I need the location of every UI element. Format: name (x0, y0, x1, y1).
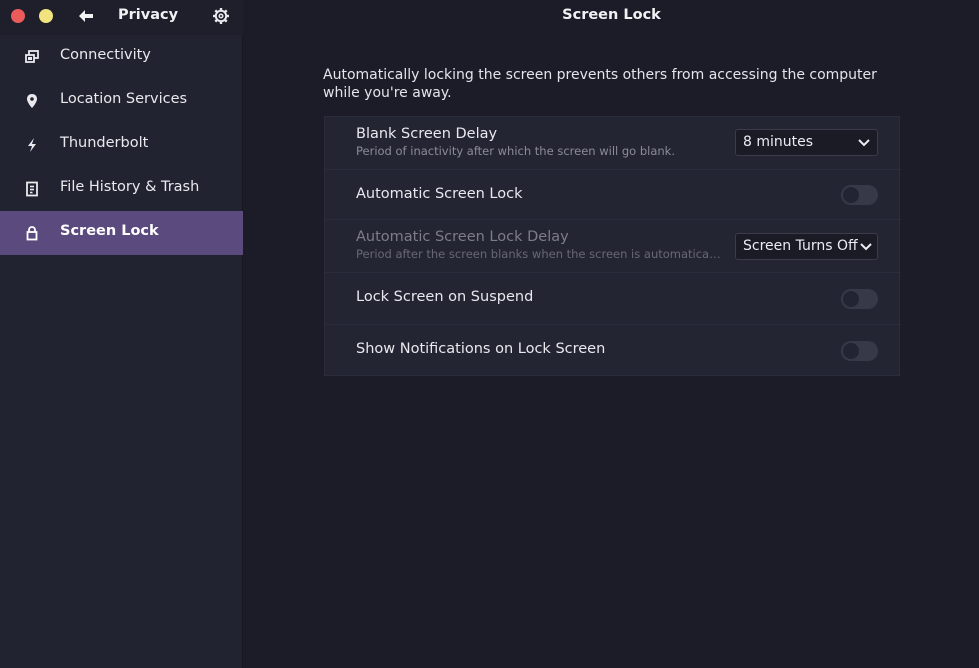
dropdown-value: 8 minutes (743, 134, 814, 150)
automatic-screen-lock-toggle[interactable] (841, 185, 878, 205)
sidebar-item-file-history-trash[interactable]: File History & Trash (0, 167, 243, 211)
sidebar-item-label: Connectivity (60, 47, 151, 63)
sidebar-item-label: Screen Lock (60, 223, 159, 239)
back-arrow-icon[interactable] (76, 6, 96, 26)
sidebar-item-label: File History & Trash (60, 179, 200, 195)
toggle-knob (843, 343, 859, 359)
setting-title: Show Notifications on Lock Screen (356, 341, 606, 357)
setting-row-blank-screen-delay: Blank Screen Delay Period of inactivity … (325, 117, 901, 170)
sidebar-item-connectivity[interactable]: Connectivity (0, 35, 243, 79)
setting-row-lock-screen-on-suspend: Lock Screen on Suspend (325, 273, 901, 325)
sidebar-header: Privacy (0, 0, 243, 35)
setting-title: Blank Screen Delay (356, 126, 498, 142)
sidebar-title: Privacy (118, 7, 179, 23)
setting-title: Lock Screen on Suspend (356, 289, 534, 305)
sidebar-item-label: Location Services (60, 91, 188, 107)
settings-panel: Blank Screen Delay Period of inactivity … (324, 116, 901, 376)
setting-subtitle: Period after the screen blanks when the … (356, 247, 721, 261)
location-pin-icon (27, 94, 37, 108)
minimize-window-button[interactable] (39, 9, 53, 23)
dropdown-value: Screen Turns Off (743, 238, 858, 254)
setting-row-automatic-screen-lock-delay: Automatic Screen Lock Delay Period after… (325, 220, 901, 273)
setting-row-automatic-screen-lock: Automatic Screen Lock (325, 170, 901, 220)
main-header: Screen Lock (244, 0, 979, 35)
lightning-icon (28, 138, 36, 152)
chevron-down-icon (858, 139, 870, 147)
close-window-button[interactable] (11, 9, 25, 23)
blank-screen-delay-dropdown[interactable]: 8 minutes (735, 129, 878, 156)
setting-subtitle: Period of inactivity after which the scr… (356, 144, 675, 158)
chevron-down-icon (859, 241, 873, 253)
lock-screen-on-suspend-toggle[interactable] (841, 289, 878, 309)
gear-icon[interactable] (212, 7, 230, 25)
lock-icon (26, 226, 38, 241)
sidebar: Privacy Connectivity Location Services T… (0, 0, 243, 668)
sidebar-item-label: Thunderbolt (60, 135, 149, 151)
toggle-knob (843, 187, 859, 203)
automatic-screen-lock-delay-dropdown[interactable]: Screen Turns Off (735, 233, 878, 260)
toggle-knob (843, 291, 859, 307)
setting-row-show-notifications-lock-screen: Show Notifications on Lock Screen (325, 325, 901, 376)
sidebar-item-screen-lock[interactable]: Screen Lock (0, 211, 243, 255)
page-description: Automatically locking the screen prevent… (323, 67, 877, 101)
show-notifications-lock-screen-toggle[interactable] (841, 341, 878, 361)
sidebar-item-location-services[interactable]: Location Services (0, 79, 243, 123)
sidebar-item-thunderbolt[interactable]: Thunderbolt (0, 123, 243, 167)
setting-title: Automatic Screen Lock (356, 186, 523, 202)
sidebar-nav: Connectivity Location Services Thunderbo… (0, 35, 243, 255)
connectivity-icon (25, 50, 39, 63)
page-title: Screen Lock (562, 7, 661, 23)
setting-title: Automatic Screen Lock Delay (356, 229, 569, 245)
file-icon (26, 181, 38, 197)
